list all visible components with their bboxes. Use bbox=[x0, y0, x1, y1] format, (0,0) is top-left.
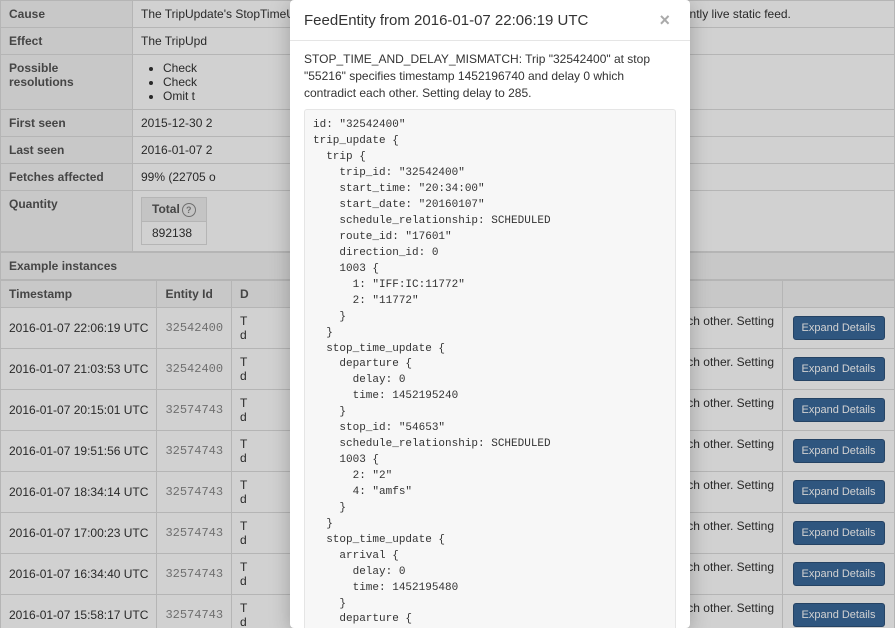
modal-header: FeedEntity from 2016-01-07 22:06:19 UTC … bbox=[290, 0, 690, 41]
close-icon[interactable]: × bbox=[653, 10, 676, 30]
feed-entity-modal: FeedEntity from 2016-01-07 22:06:19 UTC … bbox=[290, 0, 690, 628]
feed-entity-code[interactable]: id: "32542400" trip_update { trip { trip… bbox=[304, 109, 676, 628]
modal-body: STOP_TIME_AND_DELAY_MISMATCH: Trip "3254… bbox=[290, 41, 690, 628]
modal-title: FeedEntity from 2016-01-07 22:06:19 UTC bbox=[304, 12, 588, 29]
modal-message: STOP_TIME_AND_DELAY_MISMATCH: Trip "3254… bbox=[304, 51, 676, 101]
